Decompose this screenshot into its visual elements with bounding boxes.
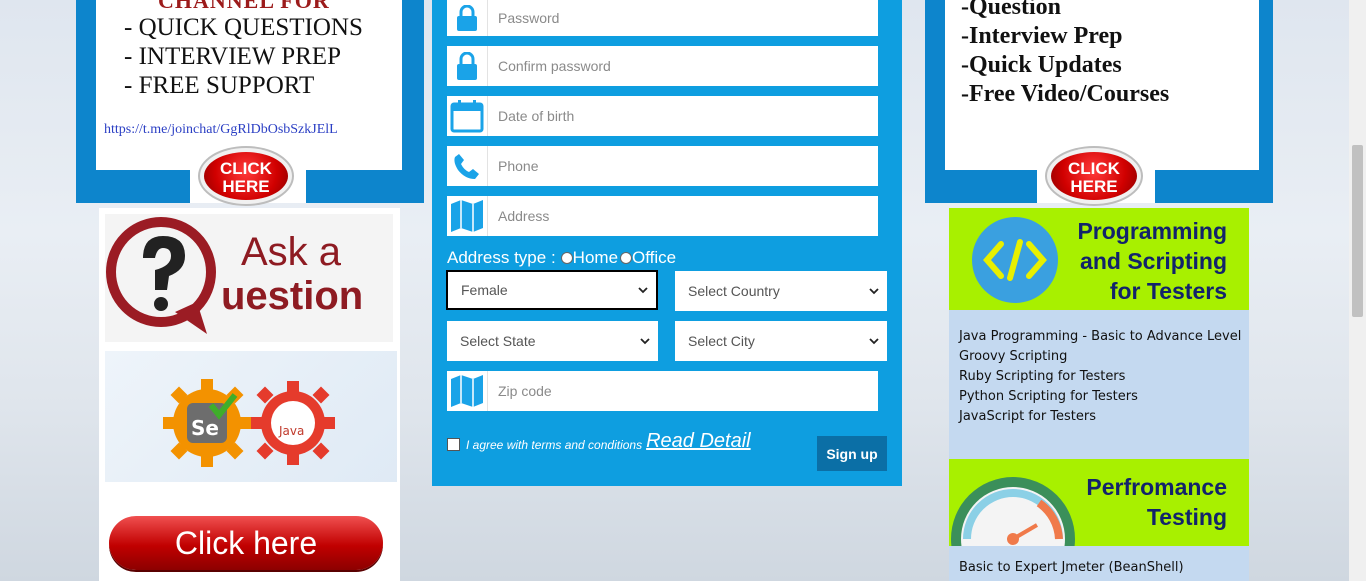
map-icon bbox=[447, 371, 488, 411]
course-link-javascript[interactable]: JavaScript for Testers bbox=[959, 407, 1096, 427]
chevron-down-icon bbox=[640, 338, 650, 345]
course-link-ruby[interactable]: Ruby Scripting for Testers bbox=[959, 367, 1125, 387]
read-detail-link[interactable]: Read Detail bbox=[646, 430, 751, 453]
right-promo-item-interview-prep: -Interview Prep bbox=[961, 23, 1123, 49]
right-click-here-label: CLICK HERE bbox=[1068, 159, 1120, 196]
lock-icon bbox=[447, 46, 488, 86]
state-select-value: Select State bbox=[460, 333, 536, 349]
chevron-down-icon bbox=[638, 287, 648, 294]
promo-item-free-support: - FREE SUPPORT bbox=[124, 72, 315, 99]
terms-checkbox[interactable] bbox=[447, 438, 460, 451]
gender-select[interactable]: Female bbox=[446, 270, 658, 310]
scrollbar-thumb[interactable] bbox=[1352, 145, 1363, 317]
question-bubble-icon bbox=[106, 217, 216, 334]
zip-placeholder: Zip code bbox=[498, 383, 552, 399]
address-placeholder: Address bbox=[498, 208, 550, 224]
city-select-value: Select City bbox=[688, 333, 755, 349]
left-click-here-badge[interactable]: CLICK HERE bbox=[204, 152, 288, 200]
click-here-banner-button[interactable]: Click here bbox=[109, 516, 383, 570]
telegram-link[interactable]: https://t.me/joinchat/GgRlDbOsbSzkJElL bbox=[104, 122, 338, 138]
confirm-password-field[interactable]: Confirm password bbox=[447, 46, 878, 86]
ask-a-text: Ask a bbox=[241, 230, 342, 274]
uestion-text: uestion bbox=[221, 274, 364, 318]
calendar-icon bbox=[447, 96, 488, 136]
zip-code-field[interactable]: Zip code bbox=[447, 371, 878, 411]
left-telegram-promo: CHANNEL FOR - QUICK QUESTIONS - INTERVIE… bbox=[76, 0, 424, 203]
prog-title-line2: and Scripting bbox=[1080, 248, 1227, 274]
click-here-label: Click here bbox=[174, 524, 318, 561]
prog-title-line3: for Testers bbox=[1109, 278, 1227, 304]
java-gear-icon: Java bbox=[251, 381, 335, 465]
terms-agreement-row: I agree with terms and conditions Read D… bbox=[447, 430, 751, 453]
address-field[interactable]: Address bbox=[447, 196, 878, 236]
course-link-jmeter[interactable]: Basic to Expert Jmeter (BeanShell) bbox=[959, 558, 1184, 578]
promo-item-quick-questions: - QUICK QUESTIONS bbox=[124, 14, 363, 41]
password-placeholder: Password bbox=[498, 10, 560, 26]
course-link-java[interactable]: Java Programming - Basic to Advance Leve… bbox=[959, 327, 1241, 347]
map-icon bbox=[447, 196, 488, 236]
office-radio-label: Office bbox=[632, 248, 677, 267]
selenium-java-ad[interactable]: Se Java bbox=[105, 351, 397, 482]
selenium-gear-icon: Se bbox=[163, 379, 251, 467]
promo-item-interview-prep: - INTERVIEW PREP bbox=[124, 43, 341, 70]
course-link-python[interactable]: Python Scripting for Testers bbox=[959, 387, 1138, 407]
confirm-password-placeholder: Confirm password bbox=[498, 58, 611, 74]
home-radio[interactable] bbox=[560, 252, 573, 264]
date-of-birth-field[interactable]: Date of birth bbox=[447, 96, 878, 136]
right-promo: -Question -Interview Prep -Quick Updates… bbox=[925, 0, 1273, 203]
speedometer-icon bbox=[951, 477, 1075, 546]
gender-select-value: Female bbox=[461, 282, 508, 298]
phone-placeholder: Phone bbox=[498, 158, 539, 174]
home-radio-label: Home bbox=[572, 248, 619, 267]
address-type-label: Address type : bbox=[447, 248, 556, 267]
phone-icon bbox=[447, 146, 488, 186]
programming-scripting-banner[interactable]: Programming and Scripting for Testers bbox=[949, 208, 1249, 310]
left-click-here-label: CLICK HERE bbox=[220, 159, 272, 196]
se-label: Se bbox=[191, 416, 219, 440]
password-field[interactable]: Password bbox=[447, 0, 878, 36]
phone-field[interactable]: Phone bbox=[447, 146, 878, 186]
code-icon bbox=[972, 217, 1058, 303]
city-select[interactable]: Select City bbox=[675, 321, 887, 361]
vertical-scrollbar[interactable] bbox=[1349, 0, 1366, 581]
chevron-down-icon bbox=[869, 288, 879, 295]
address-type-group: Address type : Home Office bbox=[447, 248, 676, 268]
prog-title-line1: Programming bbox=[1077, 218, 1227, 244]
perf-title-line2: Testing bbox=[1146, 504, 1227, 530]
dob-placeholder: Date of birth bbox=[498, 108, 575, 124]
course-link-groovy[interactable]: Groovy Scripting bbox=[959, 347, 1067, 367]
left-ads-column: Ask a uestion Se Java Click here bbox=[99, 208, 400, 581]
lock-icon bbox=[447, 0, 488, 36]
sign-up-label: Sign up bbox=[826, 445, 878, 462]
right-promo-item-quick-updates: -Quick Updates bbox=[961, 52, 1122, 78]
terms-text: I agree with terms and conditions bbox=[466, 437, 643, 452]
sign-up-button[interactable]: Sign up bbox=[817, 436, 887, 471]
programming-course-list: Java Programming - Basic to Advance Leve… bbox=[949, 310, 1249, 459]
ask-question-ad[interactable]: Ask a uestion bbox=[105, 214, 393, 342]
country-select[interactable]: Select Country bbox=[675, 271, 887, 311]
java-label: Java bbox=[278, 424, 304, 438]
perf-title-line1: Perfromance bbox=[1086, 474, 1227, 500]
promo-channel-heading: CHANNEL FOR bbox=[158, 0, 330, 13]
performance-course-list: Basic to Expert Jmeter (BeanShell) bbox=[949, 546, 1249, 581]
right-click-here-badge[interactable]: CLICK HERE bbox=[1051, 152, 1137, 200]
right-promo-item-question: -Question bbox=[961, 0, 1062, 20]
chevron-down-icon bbox=[869, 338, 879, 345]
performance-testing-banner[interactable]: Perfromance Testing bbox=[949, 459, 1249, 546]
office-radio[interactable] bbox=[620, 252, 633, 264]
right-promo-item-free-video: -Free Video/Courses bbox=[961, 81, 1170, 107]
state-select[interactable]: Select State bbox=[447, 321, 658, 361]
country-select-value: Select Country bbox=[688, 283, 780, 299]
